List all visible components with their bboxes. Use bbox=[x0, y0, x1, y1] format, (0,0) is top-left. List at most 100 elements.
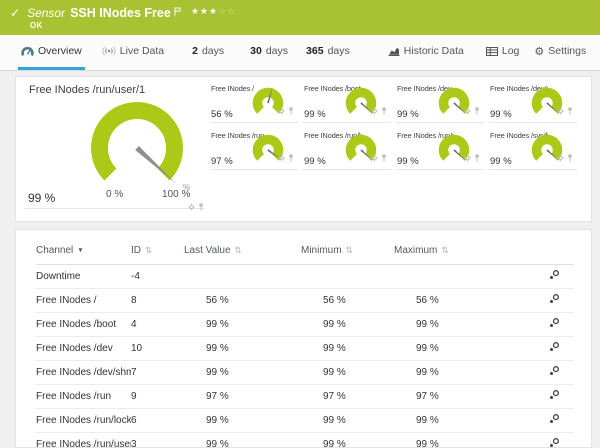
tiny-pin-icon[interactable] bbox=[474, 149, 480, 167]
cell-last: 99 % bbox=[184, 433, 301, 448]
star-empty-icon[interactable]: ☆ bbox=[227, 7, 236, 17]
sort-desc-icon: ▼ bbox=[77, 247, 83, 254]
cell-channel: Free INodes / bbox=[36, 289, 131, 313]
mini-gauge-value: 99 % bbox=[304, 156, 326, 167]
tile-action-icons[interactable] bbox=[464, 102, 480, 120]
channel-settings-icon[interactable] bbox=[549, 320, 560, 331]
tab-log[interactable]: Log bbox=[483, 35, 523, 70]
channel-table: Channel▼ID⇅Last Value⇅Minimum⇅Maximum⇅ D… bbox=[36, 238, 574, 448]
tiny-gear-icon[interactable] bbox=[278, 149, 285, 167]
tab-label: days bbox=[328, 45, 350, 57]
tab-2-days[interactable]: 2days bbox=[189, 35, 227, 70]
cell-channel: Free INodes /boot bbox=[36, 313, 131, 337]
star-filled-icon[interactable]: ★ bbox=[200, 7, 209, 17]
tile-action-icons[interactable] bbox=[464, 149, 480, 167]
cell-id: 4 bbox=[131, 313, 184, 337]
priority-stars[interactable]: ★★★☆☆ bbox=[191, 5, 236, 19]
channel-settings-icon[interactable] bbox=[549, 344, 560, 355]
tab-label: Log bbox=[502, 45, 520, 57]
channel-settings-icon[interactable] bbox=[549, 440, 560, 448]
tiny-pin-icon[interactable] bbox=[567, 102, 573, 120]
cell-max bbox=[394, 265, 492, 289]
column-header-last-value[interactable]: Last Value⇅ bbox=[184, 238, 301, 265]
tile-action-icons[interactable] bbox=[278, 102, 294, 120]
tile-action-icons[interactable] bbox=[371, 149, 387, 167]
mini-gauge-value: 99 % bbox=[490, 109, 512, 120]
tiny-gear-icon[interactable] bbox=[464, 102, 471, 120]
tab-label: days bbox=[266, 45, 288, 57]
column-header-channel[interactable]: Channel▼ bbox=[36, 238, 131, 265]
mini-gauge-value: 97 % bbox=[211, 156, 233, 167]
cell-max: 99 % bbox=[394, 337, 492, 361]
star-empty-icon[interactable]: ☆ bbox=[218, 7, 227, 17]
tiny-gear-icon[interactable] bbox=[557, 149, 564, 167]
flag-icon[interactable] bbox=[174, 3, 181, 21]
broadcast-icon bbox=[102, 46, 116, 56]
cell-max: 99 % bbox=[394, 361, 492, 385]
cell-last: 99 % bbox=[184, 409, 301, 433]
tile-action-icons[interactable] bbox=[557, 102, 573, 120]
tiny-pin-icon[interactable] bbox=[474, 102, 480, 120]
column-header-id[interactable]: ID⇅ bbox=[131, 238, 184, 265]
table-row: Free INodes /boot499 %99 %99 % bbox=[36, 313, 574, 337]
gauge-unit-label: % bbox=[183, 183, 190, 192]
tile-action-icons[interactable] bbox=[371, 102, 387, 120]
column-header-actions bbox=[492, 238, 574, 265]
star-filled-icon[interactable]: ★ bbox=[191, 7, 200, 17]
tile-action-icons[interactable] bbox=[188, 198, 204, 216]
sensor-title: SSH INodes Free bbox=[70, 5, 171, 21]
tiny-pin-icon[interactable] bbox=[198, 198, 204, 216]
tiny-gear-icon[interactable] bbox=[371, 102, 378, 120]
cell-actions bbox=[492, 409, 574, 433]
column-header-maximum[interactable]: Maximum⇅ bbox=[394, 238, 492, 265]
cell-id: 9 bbox=[131, 385, 184, 409]
cell-max: 99 % bbox=[394, 313, 492, 337]
table-row: Free INodes /run997 %97 %97 % bbox=[36, 385, 574, 409]
status-badge: OK bbox=[30, 21, 43, 30]
mini-gauge-tile: Free INodes /run/lock99 % bbox=[303, 130, 391, 170]
star-filled-icon[interactable]: ★ bbox=[209, 7, 218, 17]
channel-settings-icon[interactable] bbox=[549, 368, 560, 379]
tiny-pin-icon[interactable] bbox=[288, 102, 294, 120]
tiny-gear-icon[interactable] bbox=[278, 102, 285, 120]
cell-min: 99 % bbox=[301, 361, 394, 385]
mini-gauge-tile: Free INodes /boot99 % bbox=[303, 83, 391, 123]
channel-settings-icon[interactable] bbox=[549, 416, 560, 427]
tile-divider bbox=[25, 208, 205, 209]
tiny-gear-icon[interactable] bbox=[371, 149, 378, 167]
column-label: Minimum bbox=[301, 245, 342, 256]
tiny-pin-icon[interactable] bbox=[381, 149, 387, 167]
tiny-pin-icon[interactable] bbox=[381, 102, 387, 120]
tab-historic-data[interactable]: Historic Data bbox=[385, 35, 467, 70]
tab-overview[interactable]: Overview bbox=[18, 35, 85, 70]
tab-365-days[interactable]: 365days bbox=[303, 35, 353, 70]
cell-last: 99 % bbox=[184, 313, 301, 337]
mini-gauge-tile: Free INodes /run/user/99 % bbox=[396, 130, 484, 170]
mini-gauge-value: 99 % bbox=[304, 109, 326, 120]
ok-check-icon: ✓ bbox=[10, 5, 20, 21]
tab-30-days[interactable]: 30days bbox=[247, 35, 291, 70]
tiny-pin-icon[interactable] bbox=[288, 149, 294, 167]
mini-gauge-value: 99 % bbox=[397, 109, 419, 120]
gear-icon: ⚙ bbox=[534, 46, 544, 57]
column-header-minimum[interactable]: Minimum⇅ bbox=[301, 238, 394, 265]
gauge-min-label: 0 % bbox=[106, 189, 123, 200]
tiny-gear-icon[interactable] bbox=[557, 102, 564, 120]
channel-settings-icon[interactable] bbox=[549, 272, 560, 283]
tab-label: Settings bbox=[548, 45, 586, 57]
cell-last: 99 % bbox=[184, 361, 301, 385]
tab-live-data[interactable]: Live Data bbox=[99, 35, 167, 70]
channel-settings-icon[interactable] bbox=[549, 392, 560, 403]
chart-icon bbox=[388, 46, 400, 56]
tab-settings[interactable]: ⚙ Settings bbox=[531, 35, 589, 70]
cell-channel: Downtime bbox=[36, 265, 131, 289]
tile-action-icons[interactable] bbox=[278, 149, 294, 167]
tiny-gear-icon[interactable] bbox=[188, 198, 195, 216]
tile-action-icons[interactable] bbox=[557, 149, 573, 167]
cell-max: 56 % bbox=[394, 289, 492, 313]
channel-settings-icon[interactable] bbox=[549, 296, 560, 307]
tiny-pin-icon[interactable] bbox=[567, 149, 573, 167]
tiny-gear-icon[interactable] bbox=[464, 149, 471, 167]
cell-actions bbox=[492, 361, 574, 385]
cell-max: 99 % bbox=[394, 409, 492, 433]
